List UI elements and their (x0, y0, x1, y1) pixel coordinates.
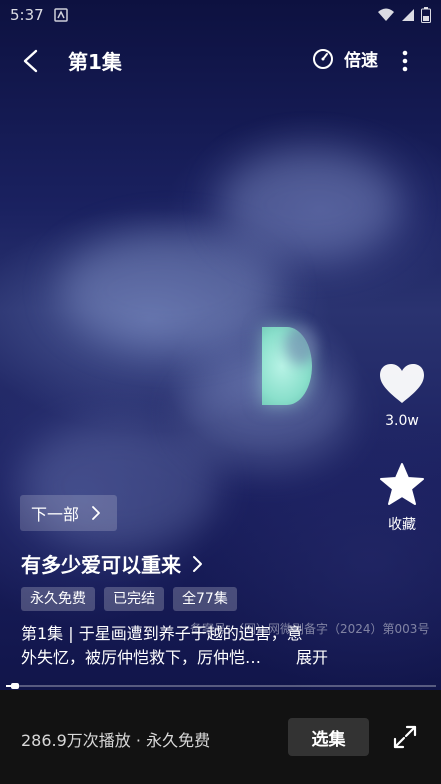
chevron-right-icon (193, 555, 202, 572)
star-icon (380, 463, 424, 505)
heart-icon (380, 364, 424, 403)
status-time: 5:37 (10, 6, 44, 24)
tag-completed: 已完结 (104, 587, 164, 611)
progress-bar[interactable] (6, 683, 436, 689)
signal-icon (402, 9, 414, 21)
speed-button[interactable]: 倍速 (312, 46, 378, 71)
wifi-icon (378, 8, 394, 21)
status-bar: 5:37 (0, 0, 441, 30)
episode-title: 第1集 (68, 50, 122, 74)
cloud (220, 150, 400, 260)
select-episode-button[interactable]: 选集 (288, 718, 369, 756)
notification-icon (53, 8, 68, 22)
top-bar: 第1集 倍速 (0, 40, 441, 80)
progress-handle[interactable] (10, 683, 19, 689)
back-arrow-icon[interactable] (16, 46, 46, 76)
more-vertical-icon[interactable] (395, 46, 415, 76)
collect-button[interactable]: 收藏 (378, 462, 426, 534)
speed-dial-icon (313, 48, 333, 69)
speed-label: 倍速 (344, 51, 378, 71)
chevron-right-icon (92, 506, 100, 520)
tag-episode-count[interactable]: 全77集 (173, 587, 237, 611)
show-title: 有多少爱可以重来 (21, 553, 181, 577)
fullscreen-icon[interactable] (392, 724, 418, 750)
battery-icon (421, 7, 431, 23)
description-line: 第1集 | 于星画遭到养子于越的迫害，意 (21, 624, 303, 643)
next-part-label: 下一部 (31, 505, 80, 524)
like-count: 3.0w (385, 413, 419, 429)
like-button[interactable]: 3.0w (378, 363, 426, 429)
bottom-bar: 286.9万次播放 · 永久免费 选集 (0, 690, 441, 784)
next-part-button[interactable]: 下一部 (20, 495, 117, 531)
collect-label: 收藏 (388, 517, 416, 533)
cloud (60, 230, 280, 350)
tag-list: 永久免费 已完结 全77集 (21, 587, 237, 611)
show-title-link[interactable]: 有多少爱可以重来 (21, 549, 205, 578)
play-info: 286.9万次播放 · 永久免费 (21, 731, 211, 750)
expand-link[interactable]: 展开 (296, 646, 328, 670)
tag-free: 永久免费 (21, 587, 95, 611)
moon-shadow (285, 325, 317, 365)
